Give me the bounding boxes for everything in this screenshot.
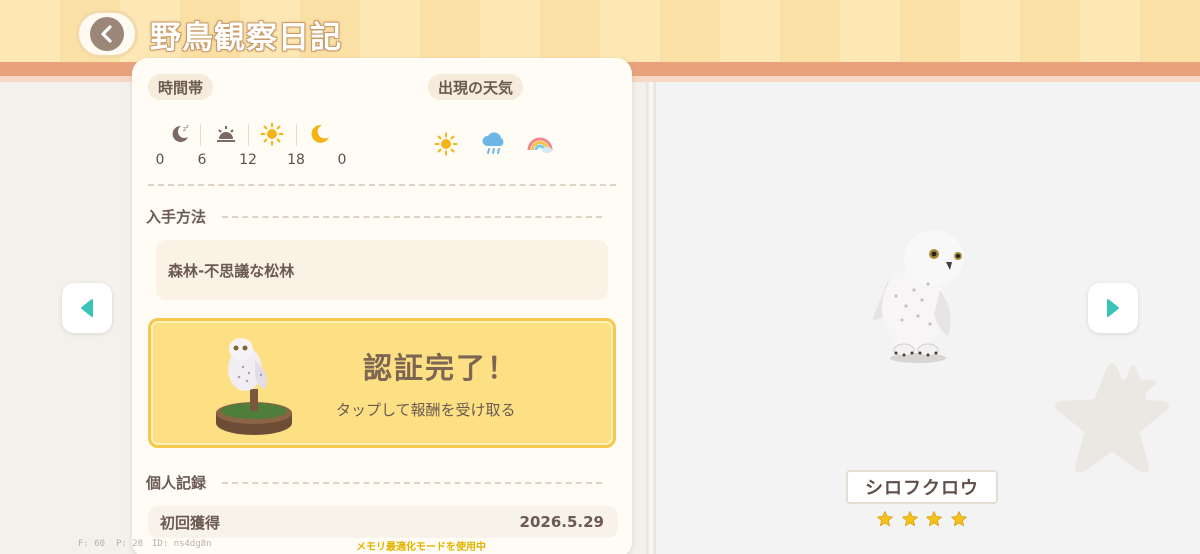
time-separator: [200, 124, 201, 146]
previous-bird-button[interactable]: [62, 283, 112, 333]
fps-readout: F: 60: [78, 539, 106, 549]
record-row-first-obtained: 初回獲得 2026.5.29: [148, 506, 618, 538]
next-bird-button[interactable]: [1088, 283, 1138, 333]
rarity-stars: [876, 510, 968, 530]
acquisition-label: 入手方法: [146, 208, 207, 226]
personal-record-label: 個人記録: [146, 474, 207, 492]
bird-name-plate: シロフクロウ: [846, 470, 998, 504]
sunny-icon: [434, 132, 458, 156]
crescent-moon-icon: [311, 124, 329, 143]
record-value: 2026.5.29: [519, 513, 604, 531]
sleeping-moon-icon: z z: [172, 124, 189, 142]
book-spine: [646, 82, 656, 554]
info-card: 時間帯 出現の天気 z z 0 6 12 18 0 入手方法 森林-不思議な松林…: [132, 58, 632, 554]
time-of-day-label: 時間帯: [148, 74, 214, 100]
weather-label: 出現の天気: [428, 74, 524, 100]
owl-figurine-icon: [216, 338, 292, 435]
section-divider: [222, 482, 602, 484]
star-icon: [877, 511, 893, 527]
certify-subtitle: タップして報酬を受け取る: [336, 401, 516, 419]
acquisition-method: 森林-不思議な松林: [156, 240, 608, 300]
hour-tick: 6: [197, 152, 207, 168]
sun-icon: [260, 122, 284, 146]
rainbow-icon: [527, 137, 553, 153]
hour-tick: 0: [155, 152, 165, 168]
certify-reward-button[interactable]: 認証完了！ タップして報酬を受け取る: [148, 318, 616, 448]
back-button[interactable]: [76, 10, 138, 58]
record-label: 初回獲得: [160, 513, 221, 532]
hour-tick: 12: [239, 152, 257, 168]
ping-readout: P: 28: [116, 539, 144, 549]
page-title: 野鳥観察日記: [150, 20, 342, 56]
rain-icon: [482, 132, 504, 154]
star-icon: [951, 511, 967, 527]
section-divider: [222, 216, 602, 218]
snowy-owl-model[interactable]: [858, 220, 978, 366]
memory-mode-notice: メモリ最適化モードを使用中: [356, 542, 486, 553]
time-of-day-icons: z z: [158, 122, 362, 148]
session-id: ID: ns4dg8n: [152, 539, 212, 549]
hour-tick: 0: [337, 152, 347, 168]
section-divider: [148, 184, 616, 186]
sunrise-icon: [217, 126, 235, 142]
background-small-star-icon: [1109, 365, 1157, 412]
star-icon: [926, 511, 943, 527]
triangle-left-icon: [81, 299, 93, 317]
triangle-right-icon: [1107, 299, 1119, 317]
chevron-left-icon: [90, 17, 124, 51]
star-icon: [901, 511, 918, 527]
hour-tick: 18: [287, 152, 305, 168]
svg-text:z: z: [186, 124, 189, 130]
time-separator: [248, 124, 249, 146]
certify-title: 認証完了！: [363, 351, 519, 385]
time-separator: [296, 124, 297, 146]
